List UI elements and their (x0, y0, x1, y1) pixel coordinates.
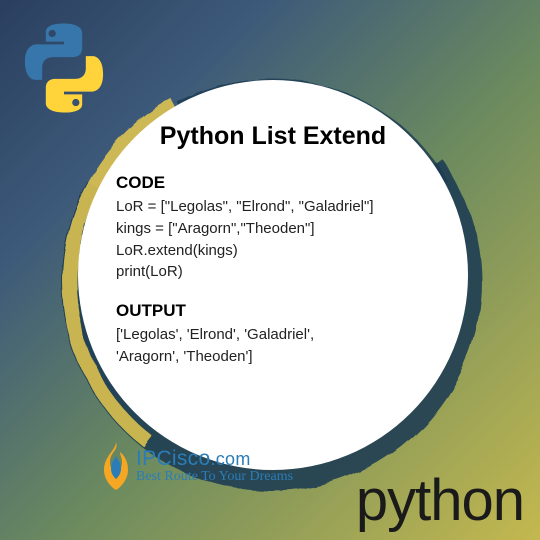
output-label: OUTPUT (116, 301, 430, 321)
flame-icon (98, 440, 134, 492)
content-circle: Python List Extend CODE LoR = ["Legolas"… (78, 80, 468, 470)
ipcisco-branding: IPCisco.com Best Route To Your Dreams (98, 440, 293, 492)
output-line: ['Legolas', 'Elrond', 'Galadriel', (116, 324, 430, 346)
code-section: CODE LoR = ["Legolas", "Elrond", "Galadr… (116, 173, 430, 283)
domain-text: .com (210, 449, 250, 469)
python-wordmark: python (356, 467, 524, 534)
code-line: LoR = ["Legolas", "Elrond", "Galadriel"] (116, 196, 430, 218)
code-line: LoR.extend(kings) (116, 240, 430, 262)
python-logo-icon (14, 18, 114, 118)
code-line: kings = ["Aragorn","Theoden"] (116, 218, 430, 240)
ipcisco-site-name: IPCisco.com (136, 447, 293, 471)
ipcisco-tagline: Best Route To Your Dreams (136, 469, 293, 485)
page-title: Python List Extend (116, 122, 430, 151)
output-section: OUTPUT ['Legolas', 'Elrond', 'Galadriel'… (116, 301, 430, 368)
output-line: 'Aragorn', 'Theoden'] (116, 346, 430, 368)
code-line: print(LoR) (116, 261, 430, 283)
code-label: CODE (116, 173, 430, 193)
site-text: IPCisco (136, 447, 210, 470)
